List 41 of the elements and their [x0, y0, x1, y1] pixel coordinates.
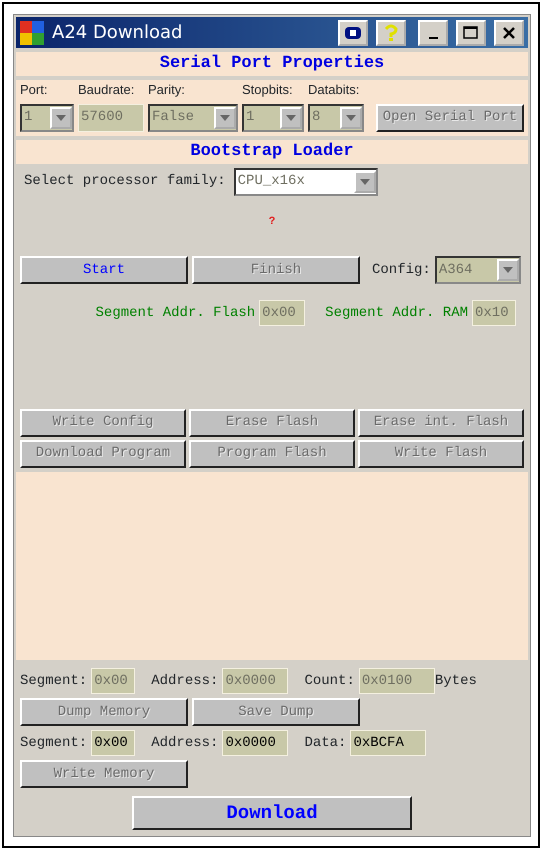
unit-label: Bytes [434, 672, 477, 690]
field-label: Parity: [148, 81, 186, 99]
dropdown-arrow-icon [56, 114, 66, 120]
section-heading: Serial Port Properties [16, 52, 528, 76]
status-text: ? [268, 214, 276, 230]
minimize-button[interactable] [418, 20, 448, 46]
field-label: Databits: [308, 81, 360, 99]
dropdown-arrow-icon [286, 114, 296, 120]
input-field[interactable]: 0xBCFA [350, 730, 426, 756]
puzzle-icon [20, 20, 44, 44]
dropdown-arrow-icon [220, 114, 230, 120]
field-label: Segment: [20, 734, 88, 752]
field-label: Stopbits: [242, 81, 294, 99]
download-button[interactable]: Download [132, 796, 412, 830]
field-label: Baudrate: [78, 81, 136, 99]
input-field[interactable]: 0x00 [91, 730, 136, 756]
settings-icon [344, 24, 362, 40]
dropdown-arrow-icon [502, 267, 513, 273]
field-label: Segment: [20, 672, 88, 690]
settings-button[interactable] [338, 20, 368, 46]
close-icon [502, 26, 516, 40]
field-label: Select processor family: [24, 172, 226, 191]
field-label: Config: [372, 260, 431, 280]
dropdown-arrow-icon [360, 178, 370, 184]
field-label: Segment Addr. RAM [325, 304, 468, 322]
window-title: A24 Download [52, 21, 184, 45]
maximize-icon [463, 26, 479, 40]
maximize-button[interactable] [456, 20, 486, 46]
field-label: Address: [151, 672, 218, 690]
field-label: Address: [151, 734, 218, 752]
close-button[interactable] [494, 20, 524, 46]
field-label: Count: [304, 672, 355, 690]
minimize-icon [428, 36, 438, 38]
section-heading: Bootstrap Loader [16, 140, 528, 164]
start-button[interactable]: Start [20, 256, 188, 284]
field-label: Data: [304, 734, 346, 752]
help-icon [383, 24, 399, 42]
field-label: Port: [20, 81, 48, 99]
field-label: Segment Addr. Flash [96, 304, 256, 322]
input-field[interactable]: 0x0000 [222, 730, 288, 756]
dropdown-arrow-icon [346, 114, 356, 120]
